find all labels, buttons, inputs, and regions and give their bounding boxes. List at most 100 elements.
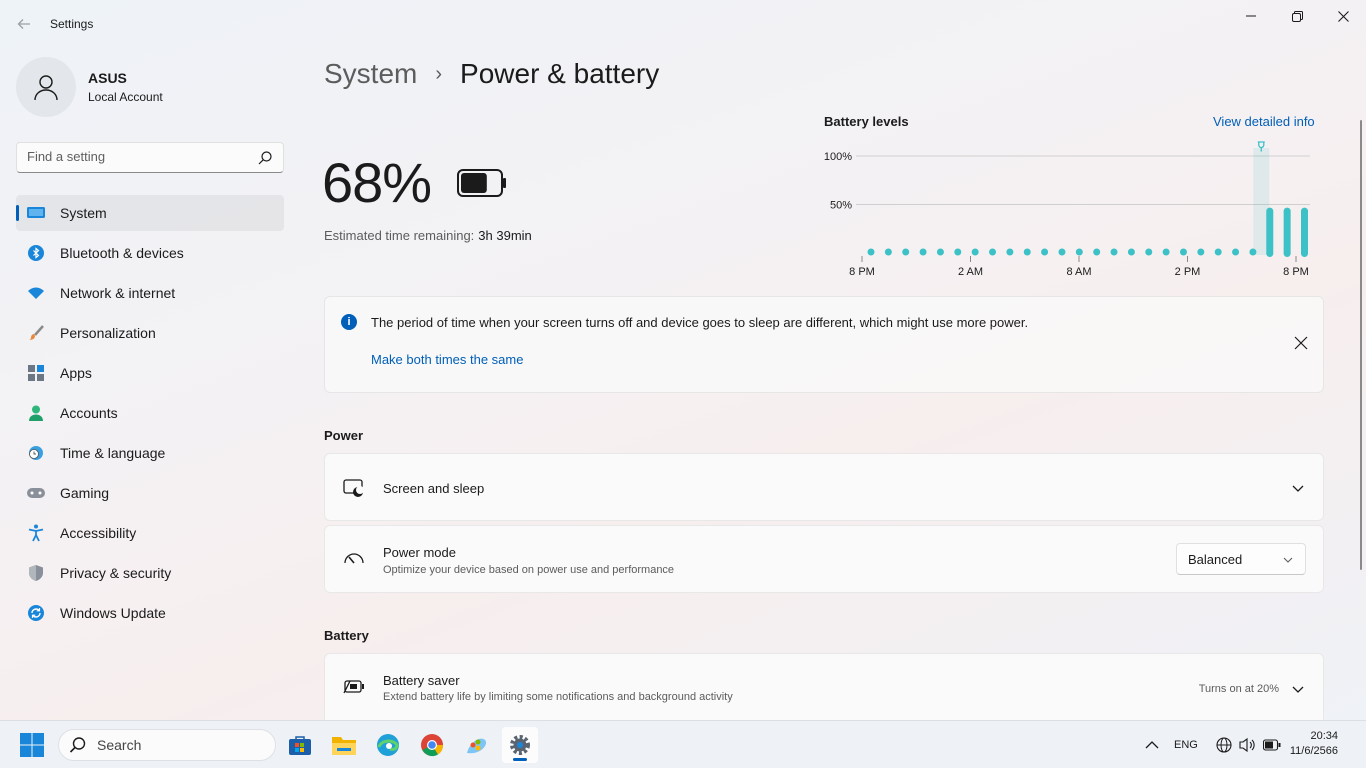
profile-name: ASUS (88, 70, 127, 86)
start-button[interactable] (14, 727, 50, 763)
shield-icon (26, 563, 46, 583)
volume-icon[interactable] (1239, 737, 1257, 753)
sidebar-item-system[interactable]: System (16, 195, 284, 231)
breadcrumb-parent[interactable]: System (324, 58, 417, 90)
app-title: Settings (50, 17, 94, 31)
sidebar-item-accounts[interactable]: Accounts (16, 395, 284, 431)
sidebar-item-label: Gaming (60, 485, 110, 501)
update-icon (26, 603, 46, 623)
sidebar-item-privacy[interactable]: Privacy & security (16, 555, 284, 591)
sidebar-item-apps[interactable]: Apps (16, 355, 284, 391)
close-icon[interactable] (1293, 335, 1309, 351)
clock-time: 20:34 (1310, 730, 1338, 742)
y-tick-label: 100% (824, 151, 852, 163)
globe-icon[interactable] (1216, 737, 1232, 753)
gauge-icon (343, 547, 365, 569)
sidebar-item-label: Time & language (60, 445, 166, 461)
taskbar-search-label: Search (97, 737, 142, 753)
bar-point (1093, 248, 1101, 256)
chevron-down-icon[interactable] (1291, 481, 1305, 495)
sidebar-item-label: Bluetooth & devices (60, 245, 184, 261)
screen-sleep-icon (343, 477, 365, 499)
bar-point (1127, 248, 1135, 256)
view-detailed-info-link[interactable]: View detailed info (1213, 114, 1315, 129)
chevron-down-icon[interactable] (1291, 682, 1305, 696)
taskbar-search[interactable]: Search (58, 729, 276, 761)
sidebar-item-label: Accessibility (60, 525, 137, 541)
sidebar-item-gaming[interactable]: Gaming (16, 475, 284, 511)
search-icon (69, 737, 86, 753)
bar-point (1214, 248, 1222, 256)
person-icon (34, 75, 58, 101)
power-mode-dropdown[interactable]: Balanced (1176, 543, 1306, 575)
bar-point (1075, 248, 1083, 256)
battery-saver-card[interactable]: Battery saver Extend battery life by lim… (324, 653, 1324, 720)
bar-point (1232, 248, 1240, 256)
bar-point (1145, 248, 1153, 256)
close-button[interactable] (1320, 0, 1366, 32)
y-tick-label: 50% (830, 200, 852, 212)
minimize-icon (1246, 15, 1256, 17)
sidebar-item-label: System (60, 205, 107, 221)
search-input[interactable] (27, 149, 247, 164)
folder-icon (332, 737, 356, 755)
taskbar-settings[interactable] (502, 727, 538, 763)
sidebar-item-network[interactable]: Network & internet (16, 275, 284, 311)
bar-point (989, 248, 997, 256)
taskbar-paint-app[interactable] (458, 727, 494, 763)
bar-point (1162, 248, 1170, 256)
clock[interactable]: 20:34 11/6/2566 (1290, 729, 1338, 759)
avatar (16, 57, 76, 117)
power-mode-subtitle: Optimize your device based on power use … (383, 564, 675, 576)
sidebar-item-label: Privacy & security (60, 565, 172, 581)
chrome-icon (421, 734, 444, 757)
sidebar-nav: System Bluetooth & devices Network & int… (16, 195, 284, 635)
info-bar: i The period of time when your screen tu… (324, 296, 1324, 393)
scrollbar[interactable] (1360, 120, 1362, 570)
edge-icon (377, 734, 399, 756)
clock-date: 11/6/2566 (1289, 745, 1338, 757)
sidebar-item-personalization[interactable]: Personalization (16, 315, 284, 351)
bar-point (1110, 248, 1118, 256)
minimize-button[interactable] (1228, 0, 1274, 32)
battery-saver-title: Battery saver (383, 673, 460, 688)
battery-tray-icon[interactable] (1263, 739, 1281, 751)
sidebar-item-bluetooth[interactable]: Bluetooth & devices (16, 235, 284, 271)
estimated-time-value: 3h 39min (478, 228, 532, 243)
back-button[interactable] (12, 12, 36, 36)
bar-point (884, 248, 892, 256)
apps-icon (26, 363, 46, 383)
breadcrumb: System › Power & battery (324, 58, 659, 90)
taskbar-file-explorer[interactable] (326, 727, 362, 763)
language-indicator[interactable]: ENG (1174, 739, 1198, 751)
taskbar-edge[interactable] (370, 727, 406, 763)
chevron-up-icon[interactable] (1145, 740, 1159, 750)
sidebar-item-windows-update[interactable]: Windows Update (16, 595, 284, 631)
battery-levels-chart[interactable]: 100% 50% 8 PM 2 AM 8 AM 2 PM 8 PM (820, 136, 1320, 281)
taskbar: Search ENG 20:34 11/6/2566 (0, 720, 1366, 768)
sidebar-item-label: Network & internet (60, 285, 176, 301)
windows-logo-icon (20, 733, 44, 757)
sidebar-item-accessibility[interactable]: Accessibility (16, 515, 284, 551)
bar-point (1023, 248, 1031, 256)
user-profile[interactable]: ASUS Local Account (16, 57, 163, 117)
battery-levels-title: Battery levels (824, 114, 909, 129)
settings-search[interactable] (16, 142, 284, 173)
person-icon (26, 403, 46, 423)
arrow-left-icon (17, 19, 30, 29)
bar-point (1006, 248, 1014, 256)
taskbar-store[interactable] (282, 727, 318, 763)
globe-clock-icon (26, 443, 46, 463)
power-section-title: Power (324, 428, 364, 443)
monitor-icon (26, 203, 46, 223)
make-both-times-same-link[interactable]: Make both times the same (371, 352, 523, 367)
sidebar-item-label: Apps (60, 365, 92, 381)
taskbar-chrome[interactable] (414, 727, 450, 763)
battery-saver-icon (343, 676, 365, 698)
sidebar-item-time-language[interactable]: Time & language (16, 435, 284, 471)
accessibility-icon (26, 523, 46, 543)
x-tick-label: 2 AM (958, 266, 983, 278)
maximize-button[interactable] (1274, 0, 1320, 32)
screen-and-sleep-card[interactable]: Screen and sleep (324, 453, 1324, 521)
page-title: Power & battery (460, 58, 660, 89)
